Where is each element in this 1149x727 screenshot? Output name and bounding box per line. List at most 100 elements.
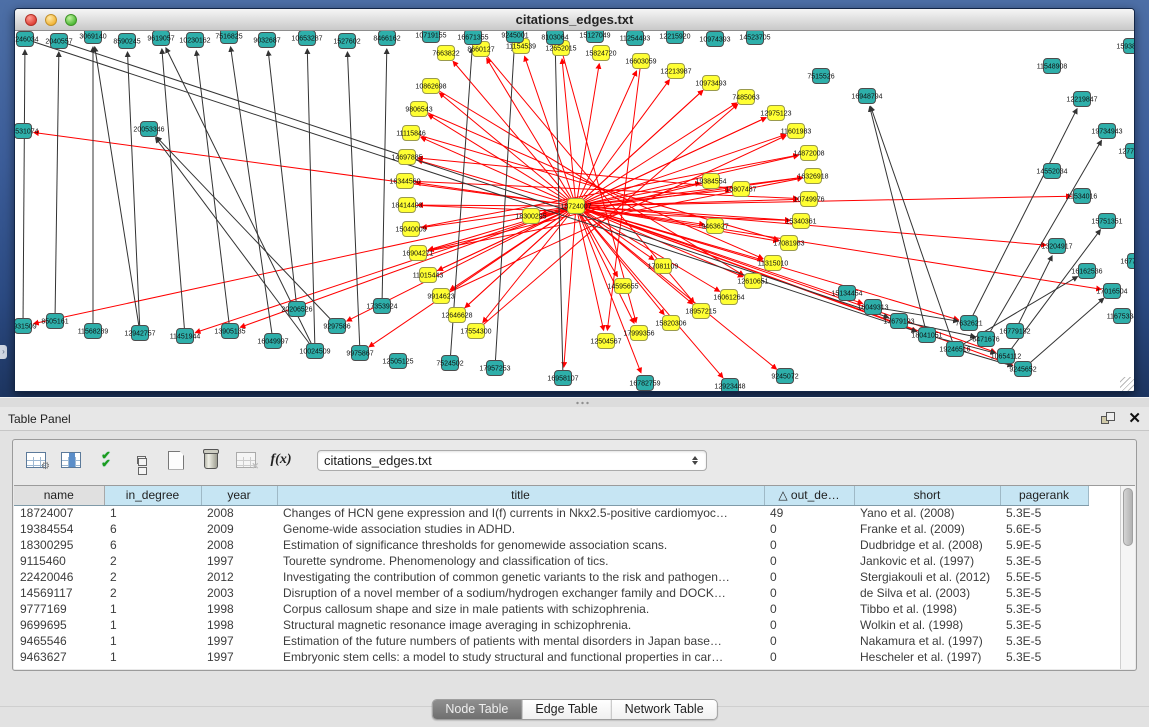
table-cell[interactable]: 9463627 [14,649,104,665]
table-row[interactable]: 977716911998Corpus callosum shape and si… [14,601,1088,617]
table-cell[interactable]: 5.6E-5 [1000,521,1088,537]
table-cell[interactable]: de Silva et al. (2003) [854,585,1000,601]
table-row[interactable]: 1456911722003Disruption of a novel membe… [14,585,1088,601]
column-header-in_degree[interactable]: in_degree [104,486,201,505]
table-cell[interactable]: 2012 [201,569,277,585]
citation-edge-black[interactable] [382,49,387,306]
table-cell[interactable]: 5.3E-5 [1000,553,1088,569]
table-row[interactable]: 1938455462009Genome-wide association stu… [14,521,1088,537]
table-cell[interactable]: 5.3E-5 [1000,585,1088,601]
citation-edge-red[interactable] [576,206,1046,245]
table-cell[interactable]: 0 [764,649,854,665]
table-cell[interactable]: Changes of HCN gene expression and I(f) … [277,505,764,521]
close-window-icon[interactable] [25,14,37,26]
network-canvas[interactable]: 1872400776638228660127111545391265201515… [15,31,1135,392]
table-row[interactable]: 946554611997Estimation of the future num… [14,633,1088,649]
column-header-name[interactable]: name [14,486,104,505]
close-panel-icon[interactable]: ✕ [1128,412,1141,426]
network-window-titlebar[interactable]: citations_edges.txt [15,9,1134,31]
citation-edge-black[interactable] [55,52,59,321]
window-resize-grip[interactable] [1120,377,1134,391]
table-cell[interactable]: 0 [764,553,854,569]
citation-edge-black[interactable] [23,50,25,326]
table-cell[interactable]: Franke et al. (2009) [854,521,1000,537]
minimize-window-icon[interactable] [45,14,57,26]
table-cell[interactable]: 2008 [201,537,277,553]
table-cell[interactable]: 9777169 [14,601,104,617]
table-row[interactable]: 1830029562008Estimation of significance … [14,537,1088,553]
table-cell[interactable]: Genome-wide association studies in ADHD. [277,521,764,537]
citation-edge-black[interactable] [196,51,230,331]
table-cell[interactable]: Disruption of a novel member of a sodium… [277,585,764,601]
delete-table-icon[interactable]: ✕ [233,447,259,473]
table-cell[interactable]: Estimation of significance thresholds fo… [277,537,764,553]
table-cell[interactable]: 6 [104,537,201,553]
table-cell[interactable]: 0 [764,601,854,617]
table-cell[interactable]: 2003 [201,585,277,601]
table-cell[interactable]: 0 [764,569,854,585]
delete-column-icon[interactable] [198,447,224,473]
citation-edge-black[interactable] [231,47,273,341]
table-cell[interactable]: 0 [764,521,854,537]
table-cell[interactable]: 1998 [201,601,277,617]
citation-edge-red[interactable] [428,118,766,275]
panel-collapse-arrow[interactable]: › [0,345,7,359]
table-cell[interactable]: 19384554 [14,521,104,537]
table-cell[interactable]: 5.3E-5 [1000,601,1088,617]
table-cell[interactable]: 9465546 [14,633,104,649]
table-cell[interactable]: 1 [104,601,201,617]
table-cell[interactable]: 5.3E-5 [1000,617,1088,633]
table-cell[interactable]: 2 [104,585,201,601]
table-options-icon[interactable]: ⚙ [23,447,49,473]
show-columns-icon[interactable] [58,447,84,473]
table-cell[interactable]: Corpus callosum shape and size in male p… [277,601,764,617]
citation-edge-red[interactable] [562,59,576,206]
table-cell[interactable]: 9699695 [14,617,104,633]
table-row[interactable]: 1872400712008Changes of HCN gene express… [14,505,1088,521]
table-cell[interactable]: 0 [764,633,854,649]
table-cell[interactable]: 2009 [201,521,277,537]
table-cell[interactable]: Estimation of the future numbers of pati… [277,633,764,649]
table-cell[interactable]: Wolkin et al. (1998) [854,617,1000,633]
table-cell[interactable]: Structural magnetic resonance image aver… [277,617,764,633]
table-cell[interactable]: Jankovic et al. (1997) [854,553,1000,569]
maximize-window-icon[interactable] [65,14,77,26]
column-header-short[interactable]: short [854,486,1000,505]
table-cell[interactable]: 1997 [201,649,277,665]
table-cell[interactable]: 1997 [201,633,277,649]
network-window[interactable]: citations_edges.txt 18724007766382286601… [14,8,1135,392]
column-header-out_de[interactable]: △ out_de… [764,486,854,505]
table-cell[interactable]: Investigating the contribution of common… [277,569,764,585]
table-cell[interactable]: 22420046 [14,569,104,585]
function-builder-icon[interactable]: f(x) [268,447,294,473]
create-column-icon[interactable] [163,447,189,473]
table-cell[interactable]: Tourette syndrome. Phenomenology and cla… [277,553,764,569]
table-cell[interactable]: Hescheler et al. (1997) [854,649,1000,665]
table-cell[interactable]: 1 [104,617,201,633]
citation-edge-black[interactable] [347,52,360,353]
citation-edge-black[interactable] [495,46,514,368]
table-cell[interactable]: 5.5E-5 [1000,569,1088,585]
rows-icon[interactable] [128,447,154,473]
table-cell[interactable]: Nakamura et al. (1997) [854,633,1000,649]
table-cell[interactable]: 0 [764,585,854,601]
table-scrollbar[interactable] [1120,486,1135,669]
citation-edge-black[interactable] [268,51,297,309]
citation-edge-red[interactable] [34,132,576,206]
table-cell[interactable]: 1998 [201,617,277,633]
citation-edge-red[interactable] [576,71,637,206]
panel-split-divider[interactable] [0,397,1149,407]
table-cell[interactable]: 1 [104,649,201,665]
column-header-year[interactable]: year [201,486,277,505]
table-cell[interactable]: Yano et al. (2008) [854,505,1000,521]
table-cell[interactable]: 1 [104,505,201,521]
table-cell[interactable]: 1997 [201,553,277,569]
tab-network-table[interactable]: Network Table [612,700,717,719]
table-cell[interactable]: 5.3E-5 [1000,505,1088,521]
scrollbar-thumb[interactable] [1123,488,1133,546]
table-cell[interactable]: Stergiakouli et al. (2012) [854,569,1000,585]
citation-edge-red[interactable] [576,80,669,206]
table-cell[interactable]: 2 [104,569,201,585]
column-header-pagerank[interactable]: pagerank [1000,486,1088,505]
select-all-icon[interactable]: ✔✔ [93,447,119,473]
